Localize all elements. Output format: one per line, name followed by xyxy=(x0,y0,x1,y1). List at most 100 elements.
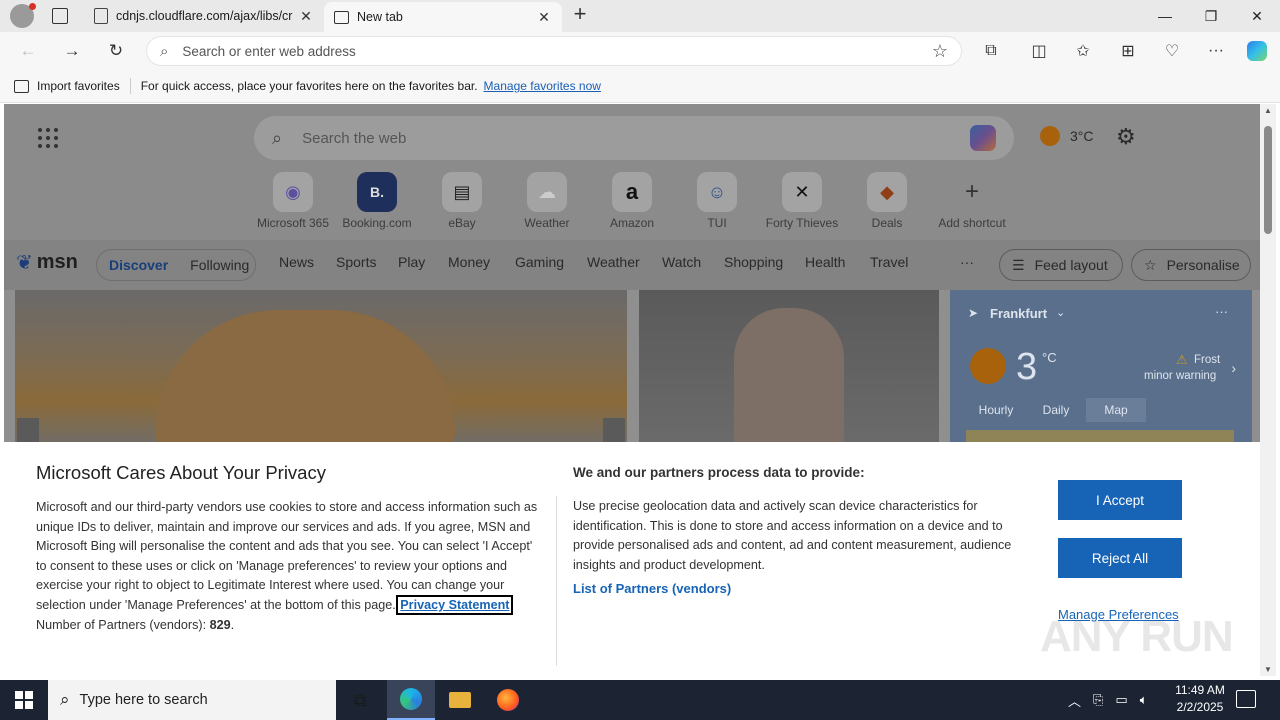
nav-weather[interactable]: Weather xyxy=(587,254,640,270)
nav-money[interactable]: Money xyxy=(448,254,490,270)
split-screen-icon[interactable]: ◫ xyxy=(1024,38,1054,64)
shortcut-tui[interactable]: ☺ TUI xyxy=(675,172,759,230)
copilot-icon[interactable] xyxy=(970,125,996,151)
close-window-button[interactable]: ✕ xyxy=(1234,0,1280,32)
taskbar-clock[interactable]: 11:49 AM 2/2/2025 xyxy=(1160,682,1240,716)
divider xyxy=(129,78,131,94)
settings-gear-icon[interactable]: ⚙ xyxy=(1116,124,1136,150)
nav-health[interactable]: Health xyxy=(805,254,845,270)
nav-news[interactable]: News xyxy=(279,254,314,270)
tab-actions-icon[interactable] xyxy=(52,8,68,24)
tab-hourly[interactable]: Hourly xyxy=(966,398,1026,422)
start-button[interactable] xyxy=(0,680,48,720)
close-tab-icon[interactable]: ✕ xyxy=(536,9,552,26)
apps-grid-icon[interactable] xyxy=(38,128,58,148)
nav-play[interactable]: Play xyxy=(398,254,425,270)
privacy-consent-banner: Microsoft Cares About Your Privacy Micro… xyxy=(4,442,1260,676)
shortcut-forty-thieves[interactable]: ✕ Forty Thieves xyxy=(760,172,844,230)
back-button[interactable]: ← xyxy=(14,38,42,64)
import-icon xyxy=(14,79,29,93)
shortcut-label: Add shortcut xyxy=(938,216,1006,230)
shortcut-microsoft-365[interactable]: ◉ Microsoft 365 xyxy=(251,172,335,230)
chevron-down-icon[interactable]: ⌄ xyxy=(1056,306,1065,319)
volume-icon[interactable]: 🔈︎ xyxy=(1140,692,1148,708)
collections-icon[interactable]: ⊞ xyxy=(1113,38,1143,64)
restore-button[interactable]: ❐ xyxy=(1188,0,1234,32)
chevron-up-icon[interactable]: ︿ xyxy=(1068,691,1081,710)
news-image-card[interactable] xyxy=(639,290,939,450)
favorites-icon[interactable]: ✩ xyxy=(1068,38,1098,64)
taskbar-search-box[interactable]: ⌕ Type here to search xyxy=(48,680,336,720)
shortcut-amazon[interactable]: a Amazon xyxy=(590,172,674,230)
accept-button[interactable]: I Accept xyxy=(1058,480,1182,520)
weather-city[interactable]: Frankfurt xyxy=(990,306,1047,321)
manage-favorites-link[interactable]: Manage favorites now xyxy=(484,79,601,93)
newtab-icon xyxy=(334,10,349,24)
feed-layout-button[interactable]: ☰ Feed layout xyxy=(999,249,1123,281)
msn-logo-text: msn xyxy=(36,251,78,273)
reject-all-button[interactable]: Reject All xyxy=(1058,538,1182,578)
nav-gaming[interactable]: Gaming xyxy=(515,254,564,270)
weather-alert-sub[interactable]: minor warning xyxy=(1144,370,1216,382)
shortcut-booking[interactable]: B. Booking.com xyxy=(335,172,419,230)
favorite-star-icon[interactable]: ☆ xyxy=(932,41,948,62)
address-bar[interactable]: ⌕ Search or enter web address ☆ xyxy=(146,36,962,66)
weather-more-icon[interactable]: ··· xyxy=(1215,304,1228,319)
nav-watch[interactable]: Watch xyxy=(662,254,701,270)
clock-time: 11:49 AM xyxy=(1175,683,1225,697)
favorites-hint: For quick access, place your favorites h… xyxy=(140,79,478,93)
address-placeholder: Search or enter web address xyxy=(182,43,356,59)
tab-cdnjs[interactable]: cdnjs.cloudflare.com/ajax/libs/cr ✕ xyxy=(84,0,324,32)
firefox-icon[interactable] xyxy=(484,680,532,720)
weather-alert-title[interactable]: Frost xyxy=(1194,354,1220,366)
performance-icon[interactable]: ♡ xyxy=(1157,38,1187,64)
nav-more-icon[interactable]: ··· xyxy=(960,254,974,270)
tab-discover[interactable]: Discover xyxy=(109,257,168,273)
weather-unit: °C xyxy=(1042,350,1057,365)
extensions-icon[interactable]: ⧉ xyxy=(976,38,1006,64)
shortcut-label: eBay xyxy=(448,216,476,230)
feed-tabs: Discover Following xyxy=(96,249,256,281)
file-explorer-icon[interactable] xyxy=(436,680,484,720)
shortcut-ebay[interactable]: ▤ eBay xyxy=(420,172,504,230)
chevron-right-icon[interactable]: › xyxy=(1231,360,1236,376)
profile-icon[interactable] xyxy=(10,3,36,28)
nav-shopping[interactable]: Shopping xyxy=(724,254,783,270)
shortcut-label: Deals xyxy=(871,216,903,230)
tab-daily[interactable]: Daily xyxy=(1026,398,1086,422)
refresh-button[interactable]: ↻ xyxy=(102,38,130,64)
notification-icon[interactable] xyxy=(1236,690,1256,708)
personalise-button[interactable]: ☆ Personalise xyxy=(1131,249,1251,281)
new-tab-button[interactable]: + xyxy=(568,3,592,27)
import-favorites-button[interactable]: Import favorites xyxy=(14,79,120,93)
web-search-box[interactable]: ⌕ Search the web xyxy=(254,116,1014,160)
forward-button[interactable]: → xyxy=(58,38,86,64)
privacy-statement-link[interactable]: Privacy Statement xyxy=(396,594,514,615)
tab-new-tab[interactable]: New tab ✕ xyxy=(324,2,562,32)
task-view-icon[interactable]: ⧉ xyxy=(336,680,384,720)
partners-count-label: Number of Partners (vendors): xyxy=(36,617,207,632)
partners-list-link[interactable]: List of Partners (vendors) xyxy=(573,581,731,596)
header-temperature[interactable]: 3°C xyxy=(1070,128,1094,144)
tab-map[interactable]: Map xyxy=(1086,398,1146,422)
shortcut-deals[interactable]: ◆ Deals xyxy=(845,172,929,230)
nav-travel[interactable]: Travel xyxy=(870,254,908,270)
tab-following[interactable]: Following xyxy=(190,257,249,273)
more-menu-icon[interactable]: ··· xyxy=(1201,38,1231,64)
divider xyxy=(556,496,557,666)
shortcut-weather[interactable]: ☁ Weather xyxy=(505,172,589,230)
edge-taskbar-icon[interactable] xyxy=(387,680,435,720)
network-adapter-icon[interactable]: ⎘ xyxy=(1093,692,1103,708)
copilot-icon[interactable] xyxy=(1242,38,1272,64)
close-tab-icon[interactable]: ✕ xyxy=(298,8,314,25)
nav-sports[interactable]: Sports xyxy=(336,254,376,270)
hero-image-card[interactable] xyxy=(15,290,627,450)
minimize-button[interactable]: — xyxy=(1142,0,1188,32)
search-icon: ⌕ xyxy=(160,42,169,60)
msn-logo[interactable]: ❦ msn xyxy=(16,250,78,275)
scrollbar-thumb[interactable] xyxy=(1264,126,1272,234)
shortcut-add[interactable]: + Add shortcut xyxy=(930,172,1014,230)
weather-card[interactable]: ➤ Frankfurt ⌄ ··· 3 °C ⚠ Frost minor war… xyxy=(950,290,1252,450)
taskbar-search-placeholder: Type here to search xyxy=(79,692,208,708)
network-icon[interactable]: ▭ xyxy=(1115,692,1127,708)
